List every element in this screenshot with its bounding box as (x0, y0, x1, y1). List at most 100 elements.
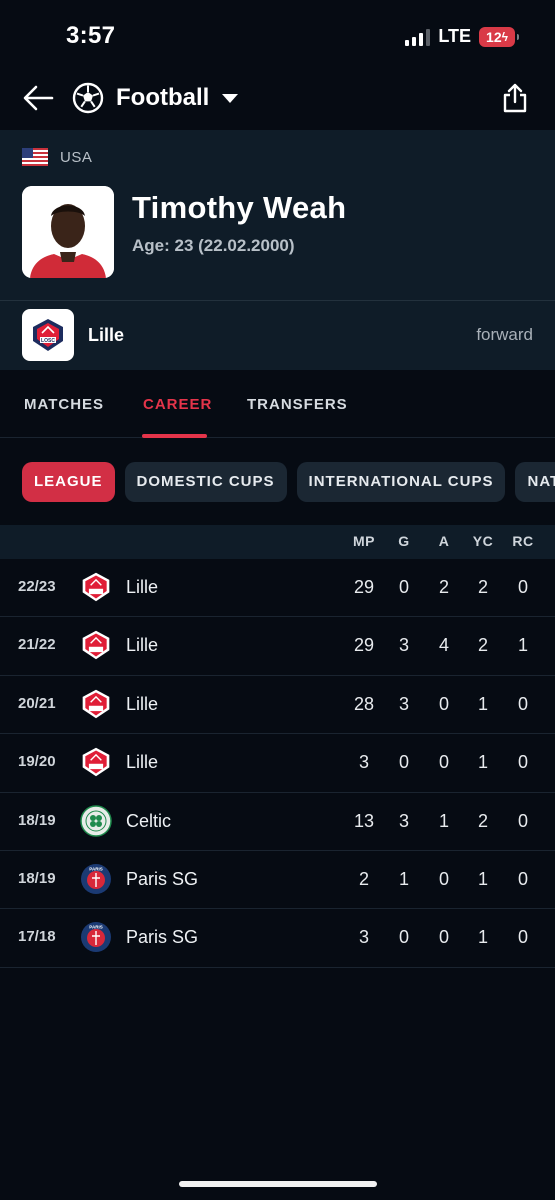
active-tab-indicator (142, 434, 207, 438)
season-label: 22/23 (18, 578, 56, 595)
club-name: Lille (126, 635, 159, 656)
table-row[interactable]: 22/23 Lille 29 0 2 2 0 (0, 559, 555, 618)
chip-international-cups[interactable]: INTERNATIONAL CUPS (296, 462, 506, 502)
country-row: USA (22, 148, 92, 166)
stat-mp: 28 (353, 693, 375, 714)
stat-mp: 13 (353, 810, 375, 831)
sport-selector[interactable]: Football (72, 80, 239, 116)
chip-national[interactable]: NATI (515, 462, 555, 502)
stat-g: 0 (398, 927, 409, 948)
header-divider (0, 300, 555, 301)
season-label: 18/19 (18, 811, 56, 829)
current-team-row[interactable]: LOSC Lille forward (22, 309, 533, 361)
stat-yc: 1 (477, 752, 488, 773)
stat-yc: 1 (477, 693, 488, 714)
stat-rc: 1 (517, 635, 528, 656)
stat-a: 0 (438, 868, 449, 889)
player-position: forward (476, 325, 533, 344)
country-name: USA (60, 148, 93, 166)
table-row[interactable]: 20/21 Lille 28 3 0 1 0 (0, 676, 555, 735)
club-name: Paris SG (126, 868, 199, 889)
stat-rc: 0 (517, 810, 528, 831)
stat-g: 0 (398, 577, 409, 597)
lille-logo-icon (82, 572, 110, 602)
battery-icon: 12 ϟ (479, 26, 519, 47)
player-name: Timothy Weah (132, 190, 347, 225)
back-button[interactable] (20, 80, 56, 116)
stat-g: 1 (398, 868, 409, 889)
stat-g: 3 (398, 810, 409, 831)
stat-rc: 0 (517, 752, 528, 773)
column-header-g: G (398, 533, 410, 549)
club-name: Lille (126, 577, 159, 597)
table-row[interactable]: 21/22 Lille 29 3 4 2 1 (0, 617, 555, 676)
column-header-mp: MP (353, 533, 375, 549)
tab-transfers[interactable]: TRANSFERS (247, 396, 348, 413)
stat-mp: 3 (358, 752, 369, 773)
stat-a: 0 (438, 927, 449, 948)
table-row[interactable]: 19/20 Lille 3 0 0 1 0 (0, 734, 555, 793)
player-age: Age: 23 (22.02.2000) (132, 236, 295, 255)
usa-flag-icon (22, 148, 48, 166)
career-table: 22/23 Lille 29 0 2 2 0 21/22 Lille 29 3 … (0, 559, 555, 968)
network-label: LTE (438, 26, 471, 46)
celtic-logo-icon (80, 804, 112, 837)
share-button[interactable] (497, 78, 533, 118)
career-table-header: MP G A YC RC (0, 525, 555, 559)
stat-g: 3 (398, 693, 409, 714)
club-name: Paris SG (126, 927, 199, 948)
competition-filter: LEAGUEDOMESTIC CUPSINTERNATIONAL CUPSNAT… (22, 462, 555, 502)
status-indicators: LTE 12 ϟ (405, 26, 519, 47)
status-time: 3:57 (66, 22, 116, 49)
chip-league[interactable]: LEAGUE (22, 462, 115, 502)
profile-tabs: MATCHES CAREER TRANSFERS (0, 370, 555, 438)
stat-yc: 1 (477, 927, 488, 948)
tab-career[interactable]: CAREER (143, 396, 212, 413)
stat-a: 2 (438, 577, 449, 597)
stat-a: 0 (438, 693, 449, 714)
player-header: USA Timothy Weah Age: 23 (22.02.2000) LO… (0, 130, 555, 370)
status-bar: 3:57 LTE 12 ϟ (0, 0, 555, 72)
season-label: 21/22 (18, 636, 56, 654)
battery-level: 12 (486, 28, 502, 45)
caret-down-icon (222, 94, 239, 103)
stat-rc: 0 (517, 927, 528, 948)
column-header-a: A (438, 533, 450, 549)
stat-rc: 0 (517, 693, 528, 714)
lille-logo-icon (82, 689, 110, 719)
column-header-rc: RC (512, 533, 534, 549)
signal-icon (405, 28, 431, 46)
chip-domestic-cups[interactable]: DOMESTIC CUPS (124, 462, 287, 502)
psg-logo-text: PARIS (89, 925, 102, 930)
season-label: 20/21 (18, 694, 56, 712)
stat-mp: 3 (358, 927, 369, 948)
season-label: 19/20 (18, 753, 56, 771)
share-icon (503, 83, 527, 113)
player-avatar-image (22, 186, 114, 278)
club-name: Lille (126, 752, 159, 773)
sport-label: Football (116, 84, 210, 111)
team-name: Lille (88, 324, 125, 345)
lille-logo-icon (82, 631, 110, 660)
table-row[interactable]: 18/19 Celtic 13 3 1 2 0 (0, 793, 555, 851)
season-label: 17/18 (18, 928, 56, 946)
table-row[interactable]: 17/18 PARIS Paris SG 3 0 0 1 0 (0, 909, 555, 968)
stat-yc: 2 (477, 635, 488, 656)
table-row[interactable]: 18/19 PARIS Paris SG 2 1 0 1 0 (0, 851, 555, 910)
stat-mp: 2 (358, 868, 369, 889)
home-indicator[interactable] (179, 1181, 377, 1187)
stat-rc: 0 (517, 577, 528, 597)
tab-matches[interactable]: MATCHES (24, 396, 104, 413)
top-nav: Football (0, 72, 555, 128)
psg-logo-icon: PARIS (81, 922, 111, 953)
stat-yc: 2 (477, 810, 488, 831)
stat-a: 0 (438, 752, 449, 773)
stat-yc: 1 (477, 868, 488, 889)
stat-g: 3 (398, 635, 409, 656)
column-header-yc: YC (472, 533, 494, 549)
club-name: Lille (126, 693, 159, 714)
arrow-left-icon (23, 85, 54, 111)
stat-rc: 0 (517, 868, 528, 889)
club-name: Celtic (126, 810, 172, 831)
lille-logo-icon (82, 747, 110, 777)
